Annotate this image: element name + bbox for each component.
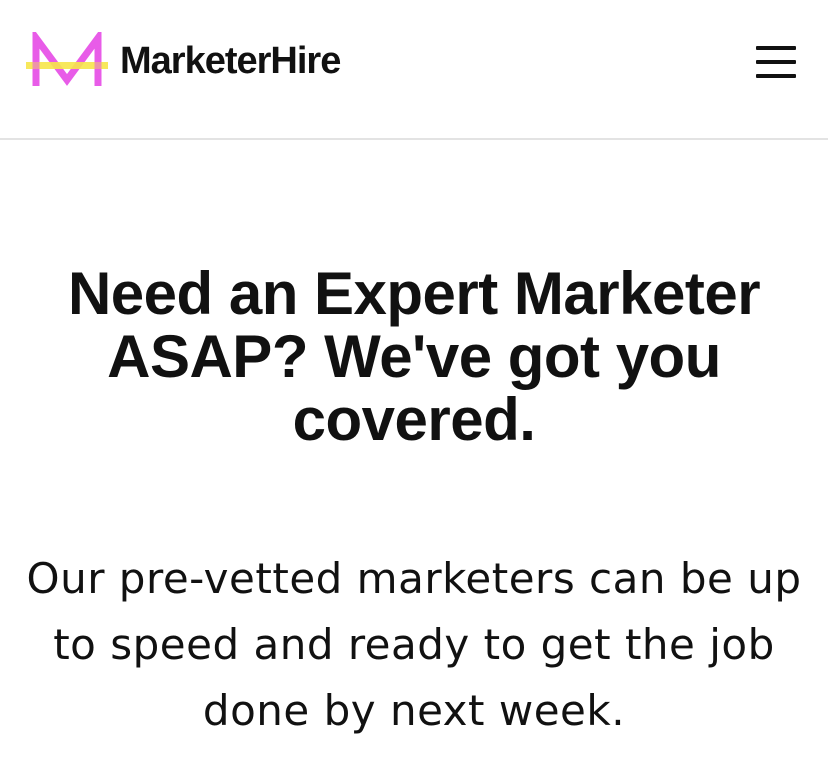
hero-title: Need an Expert Marketer ASAP? We've got … bbox=[67, 260, 761, 453]
site-header: MarketerHire bbox=[0, 0, 828, 140]
brand-name: MarketerHire bbox=[120, 39, 341, 82]
hamburger-menu-icon bbox=[756, 46, 796, 50]
hero-subtitle-section: Our pre-vetted marketers can be up to sp… bbox=[0, 546, 828, 744]
hamburger-menu-button[interactable] bbox=[752, 42, 800, 82]
hero-section: Need an Expert Marketer ASAP? We've got … bbox=[0, 262, 828, 451]
brand-logo-link[interactable]: MarketerHire bbox=[26, 32, 341, 90]
marketerhire-logo-icon bbox=[26, 32, 108, 86]
hero-subtitle: Our pre-vetted marketers can be up to sp… bbox=[26, 554, 802, 735]
